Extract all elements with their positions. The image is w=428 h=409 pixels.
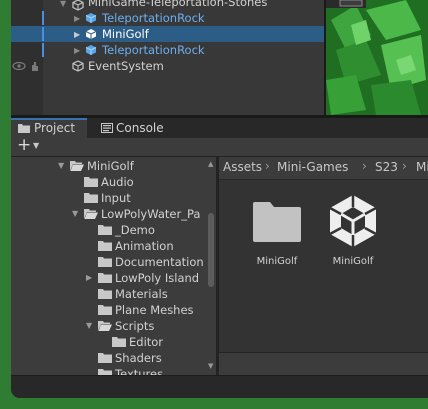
expand-arrow-icon[interactable]: ▼ (58, 161, 64, 170)
tree-item-label: Textures (115, 367, 164, 375)
tree-item-label: Materials (115, 287, 168, 301)
asset-label: MiniGolf (332, 256, 374, 267)
folder-icon (84, 193, 98, 203)
tree-item-label: Animation (115, 239, 174, 253)
open-folder-icon (70, 161, 84, 171)
tree-scrollbar-thumb[interactable] (208, 213, 214, 287)
expand-arrow-icon[interactable]: ▼ (86, 321, 92, 330)
hierarchy-item-teleportation-rock-1[interactable]: ▶ TeleportationRock › (11, 10, 333, 26)
tree-item-label: Documentation (115, 255, 204, 269)
tab-label: Console (116, 121, 164, 135)
prefab-cube-icon (85, 13, 97, 23)
hierarchy-item-label: EventSystem (88, 59, 164, 73)
scene-view[interactable] (326, 0, 428, 115)
expand-arrow-icon[interactable]: ▶ (74, 30, 80, 39)
expand-arrow-icon[interactable]: ▶ (74, 14, 80, 23)
tree-item-label: Shaders (115, 351, 162, 365)
folder-icon (98, 273, 112, 283)
hierarchy-panel: ▼ MiniGame-Teleportation-Stones ▶ Telepo… (11, 0, 333, 115)
tree-item-label: Scripts (115, 319, 155, 333)
plus-icon: + (17, 135, 32, 155)
indent-guide (42, 43, 44, 57)
project-folder-tree: ▼ MiniGolf Audio Input ▼ LowPolyWater_Pa… (11, 157, 216, 375)
folder-icon (98, 369, 112, 375)
tree-item-label: Editor (129, 335, 164, 349)
breadcrumb-item[interactable]: Assets (223, 160, 262, 174)
hierarchy-item-teleportation-rock-2[interactable]: ▶ TeleportationRock › (11, 42, 333, 58)
tree-item-label: Plane Meshes (115, 303, 194, 317)
tree-item-label: Input (101, 191, 131, 205)
hierarchy-item-event-system[interactable]: EventSystem (11, 58, 325, 74)
folder-icon (98, 241, 112, 251)
hierarchy-item-label: MiniGame-Teleportation-Stones (88, 0, 268, 9)
folder-icon (112, 337, 126, 347)
pickable-hand-icon[interactable] (29, 61, 40, 72)
hierarchy-item-label: TeleportationRock (102, 11, 205, 25)
tab-label: Project (34, 121, 76, 135)
scene-foliage-image (326, 0, 428, 115)
hierarchy-item-label: MiniGolf (102, 27, 149, 41)
breadcrumb: Assets › Mini-Games › S23 › Mini (219, 157, 428, 180)
scroll-down-icon[interactable]: ▼ (208, 362, 213, 370)
folder-icon (98, 289, 112, 299)
tree-item-label: LowPolyWater_Pa (101, 207, 201, 221)
asset-label: MiniGolf (256, 256, 298, 267)
tree-item-label: Audio (101, 175, 134, 189)
expand-arrow-icon[interactable]: ▼ (72, 209, 78, 218)
tree-item-label: MiniGolf (87, 159, 134, 173)
dropdown-arrow-icon: ▼ (33, 141, 40, 150)
folder-icon (98, 305, 112, 315)
folder-icon (253, 202, 301, 242)
scroll-up-icon[interactable]: ▲ (208, 160, 213, 168)
chevron-right-icon: › (362, 159, 367, 173)
asset-grid: MiniGolf MiniGolf (219, 180, 428, 352)
expand-arrow-icon[interactable]: ▼ (60, 0, 66, 8)
prefab-cube-icon (85, 45, 97, 55)
tree-item-label: LowPoly Island (115, 271, 200, 285)
prefab-cube-icon (85, 29, 97, 39)
expand-arrow-icon[interactable]: ▶ (74, 46, 80, 55)
breadcrumb-item[interactable]: Mini-Games (277, 160, 348, 174)
unity-scene-icon (329, 195, 377, 247)
open-folder-icon (84, 209, 98, 219)
unity-editor-window: ▼ MiniGame-Teleportation-Stones ▶ Telepo… (11, 0, 428, 398)
editor-bottom-bar (11, 375, 428, 398)
visibility-eye-icon[interactable] (12, 61, 26, 71)
folder-icon (84, 177, 98, 187)
open-folder-icon (98, 321, 112, 331)
expand-arrow-icon[interactable]: ▶ (86, 273, 92, 282)
project-status-bar (219, 352, 428, 376)
project-toolbar: + ▼ (11, 135, 428, 157)
tab-console[interactable]: Console (99, 118, 179, 138)
tree-item-label: _Demo (115, 223, 155, 237)
project-tab-bar: Project Console (11, 118, 428, 138)
folder-icon (98, 353, 112, 363)
gameobject-icon (72, 60, 84, 72)
folder-icon (98, 257, 112, 267)
breadcrumb-item[interactable]: Mini (416, 160, 428, 174)
hierarchy-item-label: TeleportationRock (102, 43, 205, 57)
folder-icon (18, 124, 30, 133)
chevron-right-icon: › (402, 159, 407, 173)
breadcrumb-item[interactable]: S23 (375, 160, 398, 174)
indent-guide (42, 11, 44, 25)
chevron-right-icon: › (265, 159, 270, 173)
add-button[interactable]: + ▼ (15, 135, 45, 156)
hierarchy-item-minigolf[interactable]: ▶ MiniGolf › (11, 26, 333, 42)
folder-icon (98, 225, 112, 235)
console-icon (101, 123, 113, 133)
indent-guide (42, 27, 44, 41)
